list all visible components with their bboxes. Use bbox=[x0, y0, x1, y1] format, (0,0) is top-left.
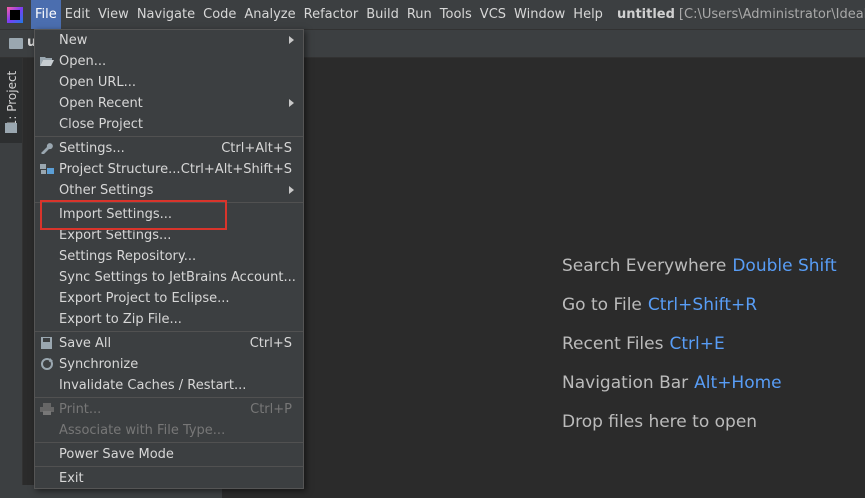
menu-item-label: Export to Zip File... bbox=[59, 312, 182, 327]
folder-icon bbox=[5, 123, 17, 133]
menu-item-label: Close Project bbox=[59, 117, 144, 132]
menu-item-label: Power Save Mode bbox=[59, 447, 174, 462]
menu-item-label: Exit bbox=[59, 471, 84, 486]
sync-icon bbox=[41, 358, 53, 370]
menu-navigate[interactable]: Navigate bbox=[133, 0, 199, 29]
window-title: untitled [C:\Users\Administrator\IdeaPro bbox=[617, 7, 865, 22]
welcome-hints: Search Everywhere Double Shift Go to File… bbox=[562, 255, 837, 450]
menu-item-shortcut: Ctrl+Alt+Shift+S bbox=[180, 162, 292, 177]
menu-edit[interactable]: Edit bbox=[61, 0, 94, 29]
print-icon bbox=[40, 403, 54, 415]
save-icon bbox=[41, 337, 52, 349]
menu-item-sync-settings[interactable]: Sync Settings to JetBrains Account... bbox=[35, 267, 303, 288]
menu-item-new[interactable]: New bbox=[35, 30, 303, 51]
project-path: [C:\Users\Administrator\IdeaPro bbox=[678, 7, 865, 22]
menu-separator bbox=[35, 442, 303, 443]
menu-item-open-recent[interactable]: Open Recent bbox=[35, 93, 303, 114]
submenu-arrow-icon bbox=[289, 99, 294, 107]
menu-item-open[interactable]: Open... bbox=[35, 51, 303, 72]
menu-item-power-save-mode[interactable]: Power Save Mode bbox=[35, 444, 303, 465]
submenu-arrow-icon bbox=[289, 36, 294, 44]
hint-recent-files: Recent Files Ctrl+E bbox=[562, 333, 837, 372]
app-logo-icon bbox=[7, 6, 23, 23]
menu-build[interactable]: Build bbox=[362, 0, 403, 29]
menu-item-label: Invalidate Caches / Restart... bbox=[59, 378, 247, 393]
menu-help[interactable]: Help bbox=[569, 0, 607, 29]
open-folder-icon bbox=[40, 57, 54, 66]
menu-refactor[interactable]: Refactor bbox=[300, 0, 363, 29]
project-structure-icon bbox=[40, 164, 54, 174]
hint-search-everywhere: Search Everywhere Double Shift bbox=[562, 255, 837, 294]
menu-item-label: Project Structure... bbox=[59, 162, 181, 177]
menu-analyze[interactable]: Analyze bbox=[240, 0, 299, 29]
menu-item-label: Save All bbox=[59, 336, 112, 351]
menu-item-exit[interactable]: Exit bbox=[35, 468, 303, 489]
highlight-annotation-box bbox=[40, 200, 227, 230]
hint-label: Search Everywhere bbox=[562, 256, 727, 276]
menu-item-label: Sync Settings to JetBrains Account... bbox=[59, 270, 296, 285]
menu-item-label: Associate with File Type... bbox=[59, 423, 226, 438]
hint-go-to-file: Go to File Ctrl+Shift+R bbox=[562, 294, 837, 333]
hint-shortcut: Ctrl+E bbox=[669, 334, 725, 354]
hint-navigation-bar: Navigation Bar Alt+Home bbox=[562, 372, 837, 411]
hint-shortcut: Ctrl+Shift+R bbox=[647, 295, 758, 315]
hint-label: Go to File bbox=[562, 295, 642, 315]
hint-drop-files: Drop files here to open bbox=[562, 411, 837, 450]
menu-item-associate-file-type[interactable]: Associate with File Type... bbox=[35, 420, 303, 441]
menu-view[interactable]: View bbox=[94, 0, 133, 29]
menu-item-export-eclipse[interactable]: Export Project to Eclipse... bbox=[35, 288, 303, 309]
menu-item-label: Open Recent bbox=[59, 96, 143, 111]
menu-item-save-all[interactable]: Save All Ctrl+S bbox=[35, 333, 303, 354]
menu-item-shortcut: Ctrl+Alt+S bbox=[221, 141, 292, 156]
menu-item-shortcut: Ctrl+S bbox=[249, 336, 292, 351]
hint-label: Drop files here to open bbox=[562, 412, 758, 432]
menu-item-other-settings[interactable]: Other Settings bbox=[35, 180, 303, 201]
menu-item-label: New bbox=[59, 33, 88, 48]
menu-item-open-url[interactable]: Open URL... bbox=[35, 72, 303, 93]
wrench-icon bbox=[41, 143, 53, 154]
menu-item-label: Synchronize bbox=[59, 357, 139, 372]
menu-item-label: Settings... bbox=[59, 141, 125, 156]
menu-code[interactable]: Code bbox=[199, 0, 240, 29]
menu-tools[interactable]: Tools bbox=[436, 0, 476, 29]
hint-shortcut: Alt+Home bbox=[694, 373, 782, 393]
hint-label: Recent Files bbox=[562, 334, 664, 354]
menu-item-shortcut: Ctrl+P bbox=[250, 402, 292, 417]
menu-item-label: Export Project to Eclipse... bbox=[59, 291, 230, 306]
submenu-arrow-icon bbox=[289, 186, 294, 194]
menu-item-label: Open URL... bbox=[59, 75, 137, 90]
menu-file[interactable]: File bbox=[31, 0, 61, 29]
menu-separator bbox=[35, 136, 303, 137]
menu-item-label: Settings Repository... bbox=[59, 249, 197, 264]
menu-item-close-project[interactable]: Close Project bbox=[35, 114, 303, 135]
hint-label: Navigation Bar bbox=[562, 373, 689, 393]
menu-item-project-structure[interactable]: Project Structure... Ctrl+Alt+Shift+S bbox=[35, 159, 303, 180]
menu-item-synchronize[interactable]: Synchronize bbox=[35, 354, 303, 375]
menu-separator bbox=[35, 331, 303, 332]
hint-shortcut: Double Shift bbox=[732, 256, 837, 276]
folder-icon bbox=[9, 38, 23, 49]
menu-item-label: Print... bbox=[59, 402, 102, 417]
menu-item-label: Open... bbox=[59, 54, 107, 69]
menu-item-label: Other Settings bbox=[59, 183, 154, 198]
project-name: untitled bbox=[616, 7, 675, 22]
menu-vcs[interactable]: VCS bbox=[476, 0, 510, 29]
menu-item-print[interactable]: Print... Ctrl+P bbox=[35, 399, 303, 420]
menu-item-invalidate-caches[interactable]: Invalidate Caches / Restart... bbox=[35, 375, 303, 396]
menu-item-export-zip[interactable]: Export to Zip File... bbox=[35, 309, 303, 330]
menu-item-settings-repository[interactable]: Settings Repository... bbox=[35, 246, 303, 267]
menu-bar: File Edit View Navigate Code Analyze Ref… bbox=[0, 0, 865, 30]
menu-separator bbox=[35, 397, 303, 398]
menu-run[interactable]: Run bbox=[403, 0, 436, 29]
file-menu-dropdown: New Open... Open URL... Open Recent Clos… bbox=[34, 29, 304, 489]
menu-separator bbox=[35, 466, 303, 467]
menu-window[interactable]: Window bbox=[510, 0, 569, 29]
menu-item-settings[interactable]: Settings... Ctrl+Alt+S bbox=[35, 138, 303, 159]
